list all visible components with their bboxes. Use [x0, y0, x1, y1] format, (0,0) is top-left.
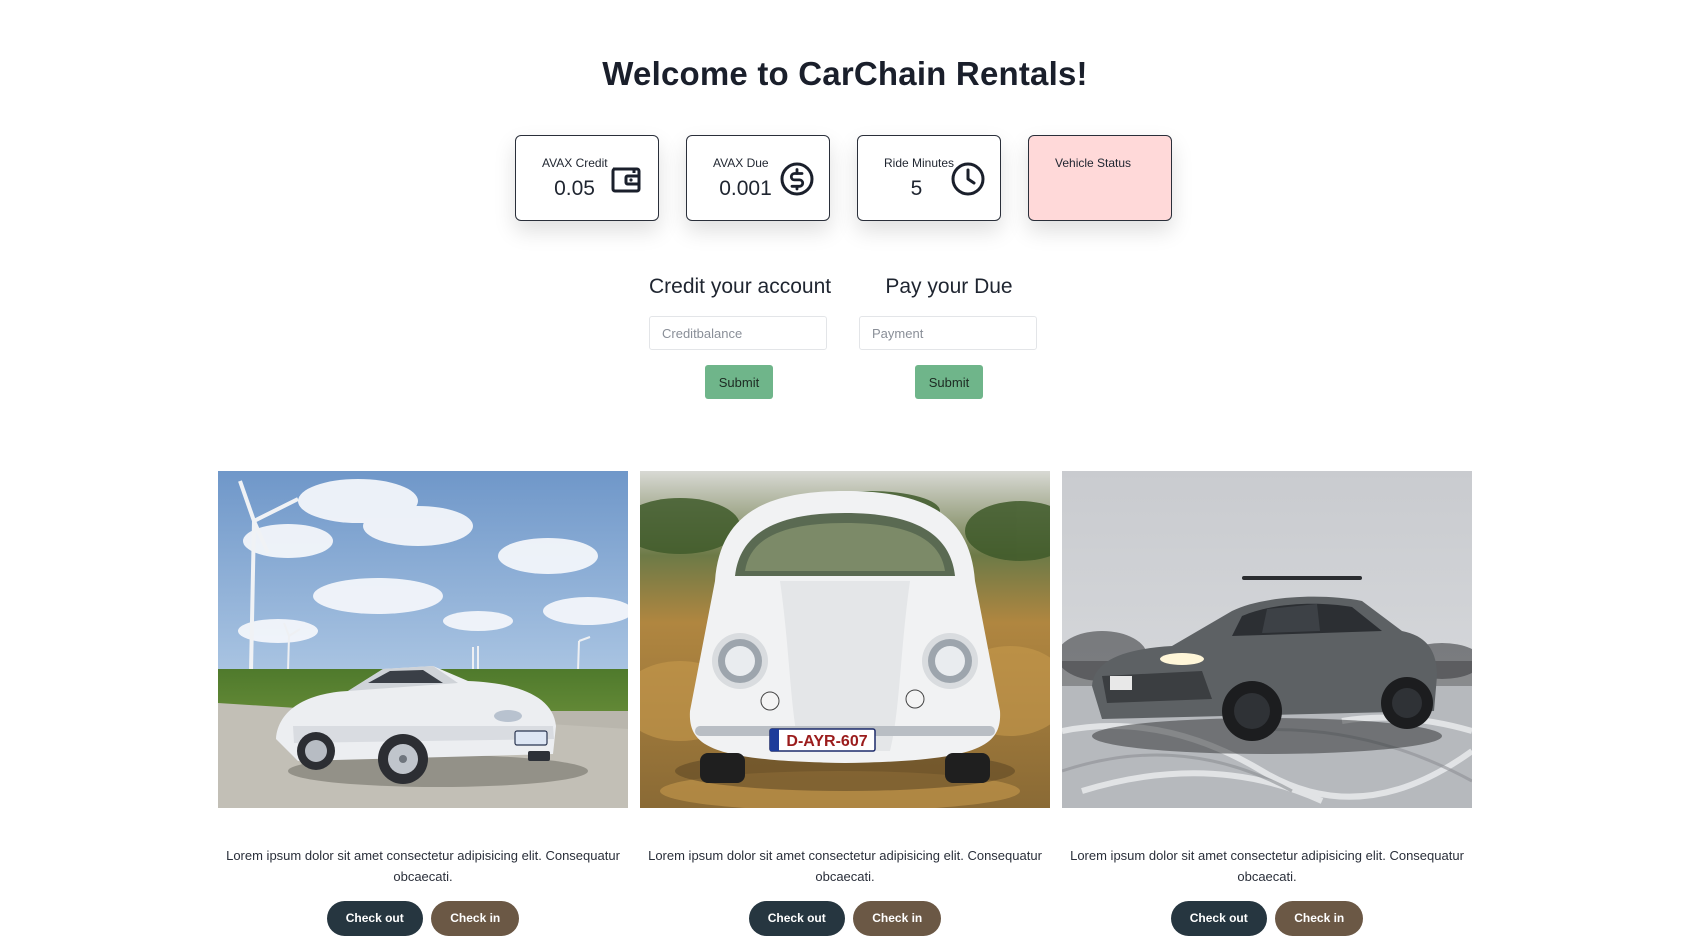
credit-form: Credit your account Submit	[649, 275, 832, 399]
check-in-button[interactable]: Check in	[853, 901, 942, 936]
avax-due-label: AVAX Due	[713, 156, 769, 170]
credit-balance-input[interactable]	[649, 316, 827, 350]
car-actions: Check out Check in	[1062, 901, 1472, 936]
credit-form-heading: Credit your account	[649, 275, 832, 298]
page-title: Welcome to CarChain Rentals!	[602, 55, 1088, 92]
car-photo-beetle: D-AYR-607	[640, 471, 1050, 808]
car-description: Lorem ipsum dolor sit amet consectetur a…	[648, 848, 1042, 884]
avax-credit-value: 0.05	[554, 177, 595, 200]
clock-icon	[951, 162, 985, 196]
vehicle-status-card: Vehicle Status	[1028, 135, 1172, 221]
ride-minutes-label: Ride Minutes	[884, 156, 955, 170]
wallet-icon	[611, 167, 641, 193]
ride-minutes-value: 5	[910, 177, 923, 200]
car-card: D-AYR-607 Lorem ipsum dolor sit amet con…	[640, 471, 1050, 936]
license-plate-text: D-AYR-607	[786, 733, 867, 750]
car-card: Lorem ipsum dolor sit amet consectetur a…	[218, 471, 628, 936]
vehicle-status-label: Vehicle Status	[1055, 156, 1132, 170]
car-photo-roadster	[218, 471, 628, 808]
page: Welcome to CarChain Rentals! AVAX Credit…	[0, 0, 1690, 950]
car-photo-sedan	[1062, 471, 1472, 808]
payment-input[interactable]	[859, 316, 1037, 350]
check-in-button[interactable]: Check in	[1275, 901, 1364, 936]
car-description: Lorem ipsum dolor sit amet consectetur a…	[226, 848, 620, 884]
car-description: Lorem ipsum dolor sit amet consectetur a…	[1070, 848, 1464, 884]
check-out-button[interactable]: Check out	[1170, 901, 1267, 936]
credit-submit-button[interactable]: Submit	[705, 365, 773, 399]
check-in-button[interactable]: Check in	[431, 901, 520, 936]
avax-due-card: AVAX Due 0.001	[686, 135, 830, 221]
pay-form-heading: Pay your Due	[885, 275, 1013, 298]
pay-submit-button[interactable]: Submit	[915, 365, 983, 399]
avax-credit-label: AVAX Credit	[542, 156, 608, 170]
car-actions: Check out Check in	[218, 901, 628, 936]
car-card: Lorem ipsum dolor sit amet consectetur a…	[1062, 471, 1472, 936]
avax-due-value: 0.001	[719, 177, 772, 200]
dollar-circle-icon	[780, 162, 814, 196]
check-out-button[interactable]: Check out	[326, 901, 423, 936]
avax-credit-card: AVAX Credit 0.05	[515, 135, 659, 221]
car-actions: Check out Check in	[640, 901, 1050, 936]
ride-minutes-card: Ride Minutes 5	[857, 135, 1001, 221]
pay-form: Pay your Due Submit	[859, 275, 1039, 399]
check-out-button[interactable]: Check out	[748, 901, 845, 936]
